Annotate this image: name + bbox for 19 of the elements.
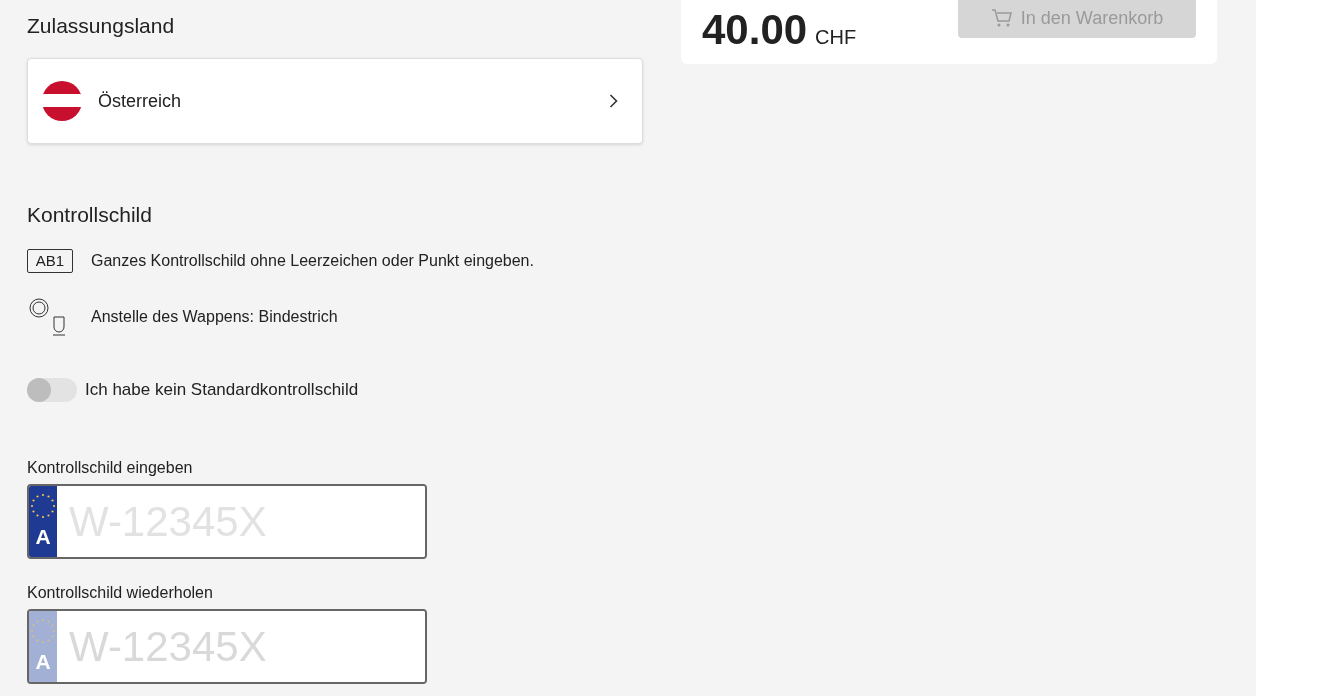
- hint-text: Anstelle des Wappens: Bindestrich: [91, 307, 338, 328]
- stars-icon: [29, 491, 57, 520]
- country-code: A: [35, 649, 51, 676]
- country-selector[interactable]: Österreich: [27, 58, 643, 145]
- toggle-label: Ich habe kein Standardkontrollschild: [85, 379, 359, 402]
- stars-icon: [29, 616, 57, 645]
- price-text: 40.00: [702, 8, 808, 51]
- country-code: A: [35, 524, 51, 551]
- toggle-switch[interactable]: [27, 378, 77, 403]
- plate-icon: AB1: [27, 249, 73, 274]
- flag-icon: [42, 81, 82, 122]
- currency-text: CHF: [815, 24, 857, 50]
- chevron-right-icon: [609, 94, 618, 109]
- cart-icon: [990, 8, 1013, 28]
- field-label: Kontrollschild eingeben: [27, 457, 194, 478]
- field-label: Kontrollschild wiederholen: [27, 582, 214, 603]
- section-title: Kontrollschild: [27, 202, 153, 228]
- section-title: Zulassungsland: [27, 13, 176, 39]
- hint-text: Ganzes Kontrollschild ohne Leerzeichen oder Punkt eingeben.: [91, 251, 534, 272]
